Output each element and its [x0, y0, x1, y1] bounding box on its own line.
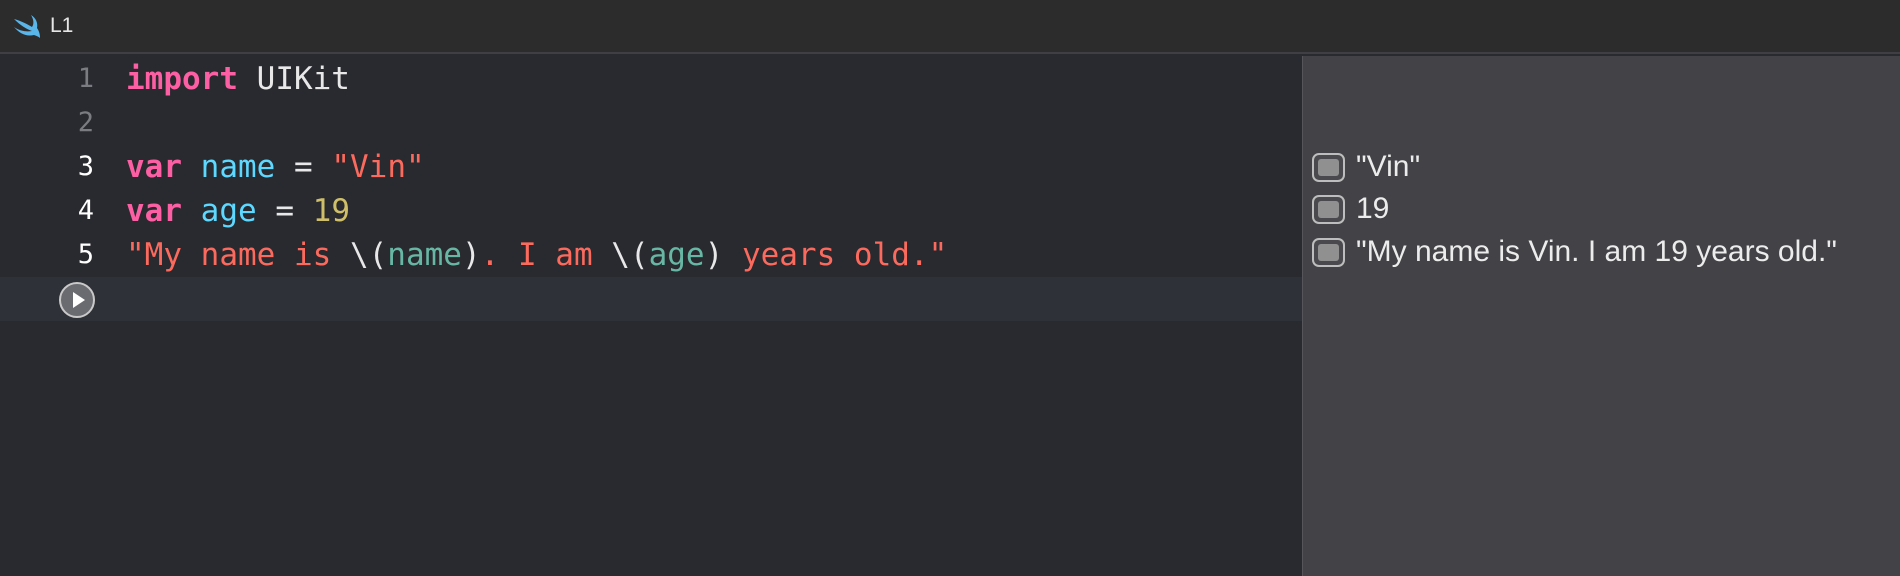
quick-look-icon[interactable]	[1312, 195, 1345, 224]
line-number: 2	[77, 107, 94, 138]
code-line[interactable]: 3 var name = "Vin"	[0, 145, 1302, 189]
keyword-token: var	[126, 149, 182, 185]
line-number: 3	[77, 151, 94, 182]
string-literal-token: years old."	[723, 237, 948, 273]
variable-name-token: age	[200, 193, 257, 229]
code-line[interactable]: 1 import UIKit	[0, 57, 1302, 101]
line-number: 5	[77, 239, 94, 270]
variable-name-token: name	[200, 149, 276, 185]
code-text[interactable]: var name = "Vin"	[126, 145, 425, 189]
swift-icon	[14, 15, 40, 38]
quick-look-icon[interactable]	[1312, 153, 1345, 182]
code-text[interactable]: "My name is \(name). I am \(age) years o…	[126, 233, 947, 277]
operator-token: =	[275, 149, 332, 185]
result-value: "Vin"	[1356, 150, 1421, 183]
module-token: UIKit	[256, 61, 350, 97]
quick-look-icon[interactable]	[1312, 238, 1345, 267]
code-line[interactable]: 2	[0, 101, 1302, 145]
interpolated-variable-token: age	[648, 237, 705, 273]
number-literal-token: 19	[312, 193, 350, 229]
keyword-token: import	[126, 61, 238, 97]
string-literal-token: . I am	[480, 237, 612, 273]
code-text[interactable]: import UIKit	[126, 57, 350, 101]
result-value: 19	[1356, 192, 1390, 225]
code-line[interactable]: 5 "My name is \(name). I am \(age) years…	[0, 233, 1302, 277]
line-number: 4	[77, 195, 94, 226]
result-value: "My name is Vin. I am 19 years old."	[1356, 235, 1837, 268]
line-number: 1	[77, 63, 94, 94]
results-sidebar	[1302, 56, 1900, 576]
interpolation-open-token: \(	[611, 237, 649, 273]
keyword-token: var	[126, 193, 182, 229]
code-text[interactable]: var age = 19	[126, 189, 350, 233]
tab-bar: L1	[0, 0, 1900, 54]
string-literal-token: "Vin"	[331, 149, 425, 185]
play-circle-icon[interactable]	[59, 282, 95, 318]
interpolation-open-token: \(	[349, 237, 388, 273]
interpolation-close-token: )	[704, 237, 724, 273]
operator-token: =	[256, 193, 313, 229]
code-editor[interactable]: 1 import UIKit 2 3 var name = "Vin" 4 va…	[0, 56, 1302, 576]
string-literal-token: "My name is	[126, 237, 350, 273]
file-title[interactable]: L1	[50, 13, 73, 39]
interpolated-variable-token: name	[387, 237, 462, 273]
current-line[interactable]	[0, 277, 1302, 321]
interpolation-close-token: )	[461, 237, 481, 273]
code-line[interactable]: 4 var age = 19	[0, 189, 1302, 233]
